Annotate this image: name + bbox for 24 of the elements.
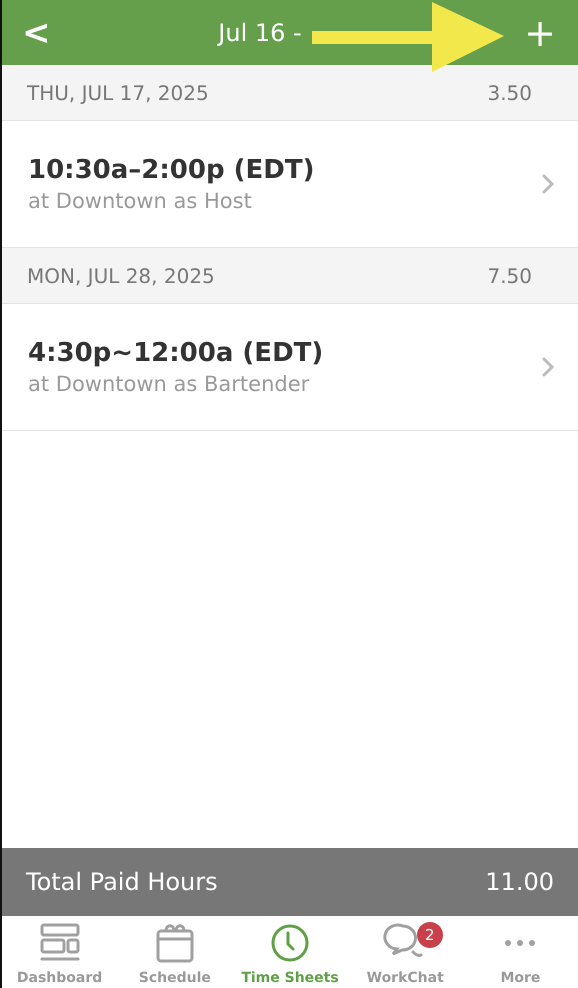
day-hours: 3.50 — [487, 80, 532, 104]
tab[interactable]: More — [462, 916, 578, 988]
day-hours: 7.50 — [487, 264, 532, 288]
arrow-annotation-icon — [310, 0, 506, 74]
add-button[interactable]: + — [524, 14, 556, 52]
day-date: THU, JUL 17, 2025 — [27, 80, 209, 104]
tab[interactable]: Time Sheets — [232, 916, 348, 988]
tab[interactable]: Dashboard — [2, 916, 118, 988]
shift-detail: at Downtown as Bartender — [28, 372, 310, 396]
total-value: 11.00 — [485, 868, 554, 896]
shift-time: 4:30p~12:00a (EDT) — [28, 338, 324, 368]
unread-badge: 2 — [416, 922, 443, 948]
header-title: Jul 16 - — [218, 18, 302, 46]
day-date: MON, JUL 28, 2025 — [27, 264, 215, 288]
tab[interactable]: Schedule — [117, 916, 232, 988]
tab[interactable]: WorkChat 2 — [348, 916, 463, 988]
more-icon — [505, 940, 536, 946]
chevron-right-icon — [542, 357, 554, 377]
shift-time: 10:30a–2:00p (EDT) — [28, 155, 314, 185]
back-button[interactable]: < — [16, 12, 56, 52]
shift-row[interactable]: 4:30p~12:00a (EDT) at Downtown as Bartender — [2, 304, 578, 431]
chevron-right-icon — [542, 174, 554, 194]
total-label: Total Paid Hours — [26, 868, 218, 896]
shift-detail: at Downtown as Host — [28, 189, 253, 213]
